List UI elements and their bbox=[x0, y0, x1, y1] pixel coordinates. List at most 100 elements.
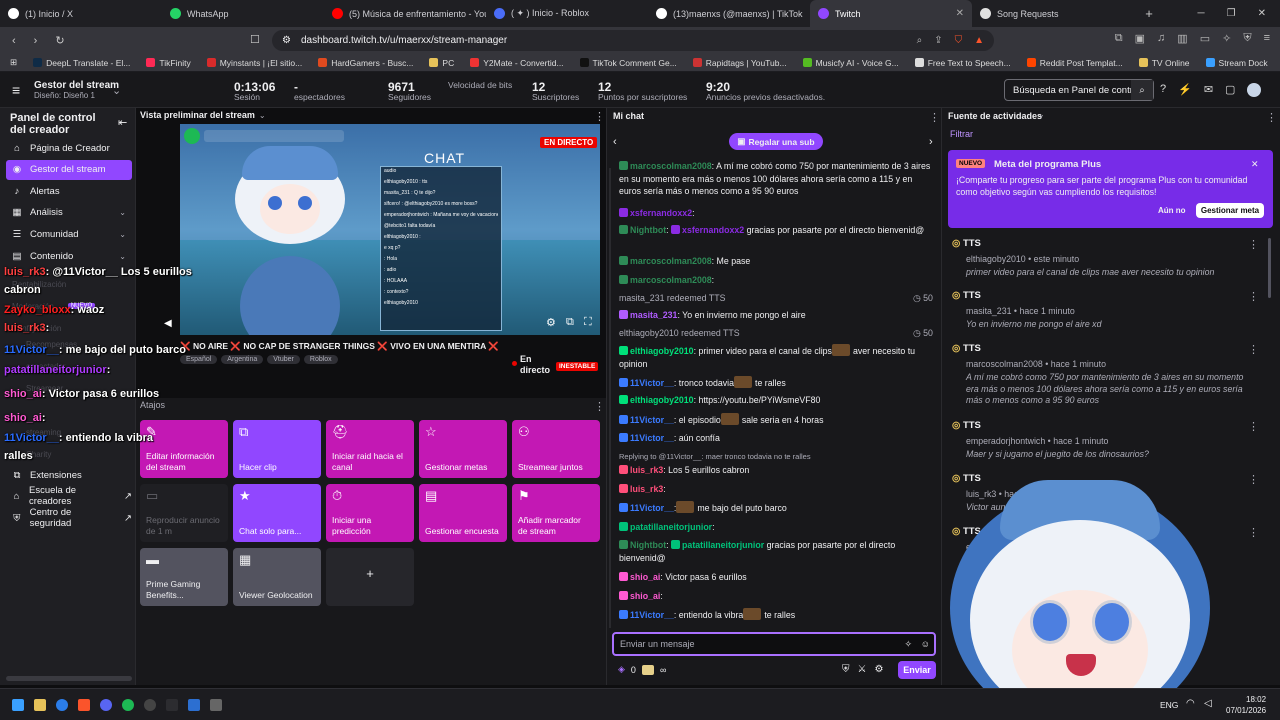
magic-icon[interactable]: ✧ bbox=[904, 639, 912, 650]
browser-tab[interactable]: ( ✦ ) Inicio - Roblox bbox=[486, 0, 648, 27]
inbox-icon[interactable]: ✉ bbox=[1204, 83, 1213, 97]
forward-icon[interactable]: › bbox=[34, 35, 38, 47]
not-yet-button[interactable]: Aún no bbox=[1158, 206, 1186, 215]
chat-username[interactable]: patatillaneitorjunior bbox=[682, 540, 764, 550]
gift-sub-button[interactable]: ▣ Regalar una sub bbox=[729, 133, 823, 150]
manage-goal-button[interactable]: Gestionar meta bbox=[1196, 203, 1264, 218]
chat-username[interactable]: marcoscolman2008 bbox=[630, 161, 712, 171]
chat-username[interactable]: 11Victor__ bbox=[630, 433, 674, 443]
bookmark-item[interactable]: TikFinity bbox=[146, 58, 191, 68]
chat-username[interactable]: patatillaneitorjunior bbox=[630, 522, 712, 532]
bookmark-item[interactable]: PC bbox=[429, 58, 454, 68]
quick-action-button[interactable]: ✎ Editar información del stream bbox=[140, 420, 228, 478]
chat-username[interactable]: xsfernandoxx2 bbox=[682, 225, 744, 235]
maximize-icon[interactable]: ❐ bbox=[1227, 8, 1236, 19]
chat-username[interactable]: luis_rk3 bbox=[630, 465, 663, 475]
activity-item[interactable]: ◎ TTS marcoscolman2008 • hace 1 minuto A m… bbox=[952, 343, 1259, 407]
chat-username[interactable]: shio_ai bbox=[630, 591, 660, 601]
activity-more-icon[interactable]: ⋮ bbox=[1266, 111, 1277, 124]
chevron-left-icon[interactable]: ‹ bbox=[613, 136, 617, 148]
chat-username[interactable]: elthiagoby2010 bbox=[630, 395, 694, 405]
chat-username[interactable]: 11Victor__ bbox=[630, 378, 674, 388]
activity-scrollbar[interactable] bbox=[1268, 238, 1271, 298]
network-app-icon[interactable] bbox=[188, 699, 200, 711]
bookmark-item[interactable]: TikTok Comment Ge... bbox=[579, 58, 677, 68]
bookmark-icon[interactable]: ☐ bbox=[250, 33, 260, 46]
quick-action-button[interactable]: ⏱ Iniciar una predicción bbox=[326, 484, 414, 542]
activity-item[interactable]: ◎ TTS masita_231 • hace 1 minuto Yo en inv… bbox=[952, 290, 1259, 331]
preview-more-icon[interactable]: ⋮ bbox=[594, 110, 605, 123]
chat-username[interactable]: 11Victor__ bbox=[630, 415, 674, 425]
chat-username[interactable]: xsfernandoxx2 bbox=[630, 208, 692, 218]
wallet-icon[interactable]: ▭ bbox=[1200, 32, 1210, 45]
brave-icon[interactable] bbox=[78, 699, 90, 711]
stream-tag[interactable]: Vtuber bbox=[267, 355, 300, 364]
quick-action-button[interactable]: ⧉ Hacer clip bbox=[233, 420, 321, 478]
extensions-icon[interactable]: ⚡ bbox=[1178, 83, 1192, 97]
browser-tab[interactable]: WhatsApp bbox=[162, 0, 324, 27]
zoom-icon[interactable]: ⌕ bbox=[917, 35, 923, 46]
apps-icon[interactable]: ⊞ bbox=[10, 57, 17, 68]
back-icon[interactable]: ‹ bbox=[12, 35, 16, 47]
puzzle-icon[interactable]: ⧉ bbox=[1115, 32, 1123, 45]
sidebar-icon[interactable]: ▥ bbox=[1177, 32, 1187, 45]
brave-shield-icon[interactable]: ⛉ bbox=[955, 35, 963, 46]
mute-icon[interactable]: ◀ bbox=[164, 318, 172, 329]
hamburger-icon[interactable]: ≡ bbox=[12, 82, 20, 98]
reload-icon[interactable]: ↻ bbox=[55, 34, 64, 47]
quick-action-button[interactable]: ▬ Prime Gaming Benefits... bbox=[140, 548, 228, 606]
edge-icon[interactable] bbox=[56, 699, 68, 711]
bookmark-item[interactable]: TV Online bbox=[1138, 58, 1190, 68]
bookmark-item[interactable]: Stream Dock bbox=[1205, 58, 1268, 68]
browser-tab[interactable]: Song Requests bbox=[972, 0, 1134, 27]
minimize-icon[interactable]: ─ bbox=[1198, 8, 1205, 19]
sidebar-item[interactable]: ◉ Gestor del stream bbox=[6, 159, 132, 180]
chat-settings-icon[interactable]: ⚙ bbox=[874, 664, 883, 675]
chat-username[interactable]: luis_rk3 bbox=[630, 484, 663, 494]
quick-action-button[interactable]: ⚑ Añadir marcador de stream bbox=[512, 484, 600, 542]
file-explorer-icon[interactable] bbox=[34, 699, 46, 711]
chat-username[interactable]: Nightbot bbox=[630, 540, 666, 550]
chat-username[interactable]: marcoscolman2008 bbox=[630, 275, 712, 285]
chat-username[interactable]: marcoscolman2008 bbox=[630, 256, 712, 266]
shield-icon[interactable]: ⛨ bbox=[842, 664, 850, 675]
bookmark-item[interactable]: Myinstants | ¡El sitio... bbox=[206, 58, 302, 68]
close-tab-icon[interactable]: ✕ bbox=[956, 8, 964, 19]
sidebar-item[interactable]: ▤ Contenido ⌄ bbox=[6, 246, 132, 266]
activity-more-icon[interactable]: ⋮ bbox=[1248, 526, 1259, 539]
vpn-icon[interactable]: ⛨ bbox=[1243, 32, 1251, 45]
sidebar-item[interactable]: ⌂ Página de Creador bbox=[6, 138, 132, 158]
app-icon[interactable] bbox=[166, 699, 178, 711]
chat-scrollbar[interactable] bbox=[609, 168, 611, 628]
quick-action-button[interactable]: + bbox=[326, 548, 414, 606]
activity-more-icon[interactable]: ⋮ bbox=[1248, 290, 1259, 303]
browser-tab[interactable]: (1) Inicio / X bbox=[0, 0, 162, 27]
sidebar-item[interactable]: ▦ Análisis ⌄ bbox=[6, 203, 132, 223]
activity-more-icon[interactable]: ⋮ bbox=[1248, 473, 1259, 486]
browser-tab[interactable]: Twitch ✕ bbox=[810, 0, 972, 27]
chevron-right-icon[interactable]: › bbox=[929, 136, 933, 148]
sidebar-item-creator-school[interactable]: ⌂ Escuela de creadores ↗ bbox=[6, 485, 132, 507]
bookmark-item[interactable]: Y2Mate - Convertid... bbox=[470, 58, 564, 68]
menu-icon[interactable]: ≡ bbox=[1264, 32, 1270, 45]
volume-icon[interactable]: ◁ bbox=[1204, 698, 1212, 709]
filter-link[interactable]: Filtrar bbox=[950, 129, 973, 139]
dashboard-search[interactable]: Búsqueda en Panel de contro ⌕ bbox=[1004, 79, 1154, 101]
help-icon[interactable]: ? bbox=[1160, 83, 1166, 97]
stream-video[interactable]: CHAT audio elthiagoby2010 : tts masita_231… bbox=[180, 124, 600, 335]
activity-more-icon[interactable]: ⋮ bbox=[1248, 343, 1259, 356]
wifi-icon[interactable]: ◠ bbox=[1186, 698, 1195, 709]
spotify-taskbar-icon[interactable] bbox=[122, 699, 134, 711]
quick-action-button[interactable]: ⚇ Streamear juntos bbox=[512, 420, 600, 478]
chat-message-input[interactable]: Enviar un mensaje ✧ ☺ bbox=[612, 632, 936, 656]
collapse-sidebar-icon[interactable]: ⇤ bbox=[118, 116, 127, 129]
mod-tools-icon[interactable]: ⚔ bbox=[858, 664, 867, 675]
stream-tag[interactable]: Español bbox=[180, 355, 218, 364]
quick-action-button[interactable]: ★ Chat solo para... bbox=[233, 484, 321, 542]
bookmark-item[interactable]: HardGamers - Busc... bbox=[318, 58, 413, 68]
stream-tag[interactable]: Argentina bbox=[221, 355, 264, 364]
stream-tag[interactable]: Roblox bbox=[303, 355, 338, 364]
popout-icon[interactable]: ⧉ bbox=[566, 316, 574, 329]
quick-action-button[interactable]: ▤ Gestionar encuesta bbox=[419, 484, 507, 542]
screenshot-icon[interactable]: ▣ bbox=[1135, 32, 1145, 45]
